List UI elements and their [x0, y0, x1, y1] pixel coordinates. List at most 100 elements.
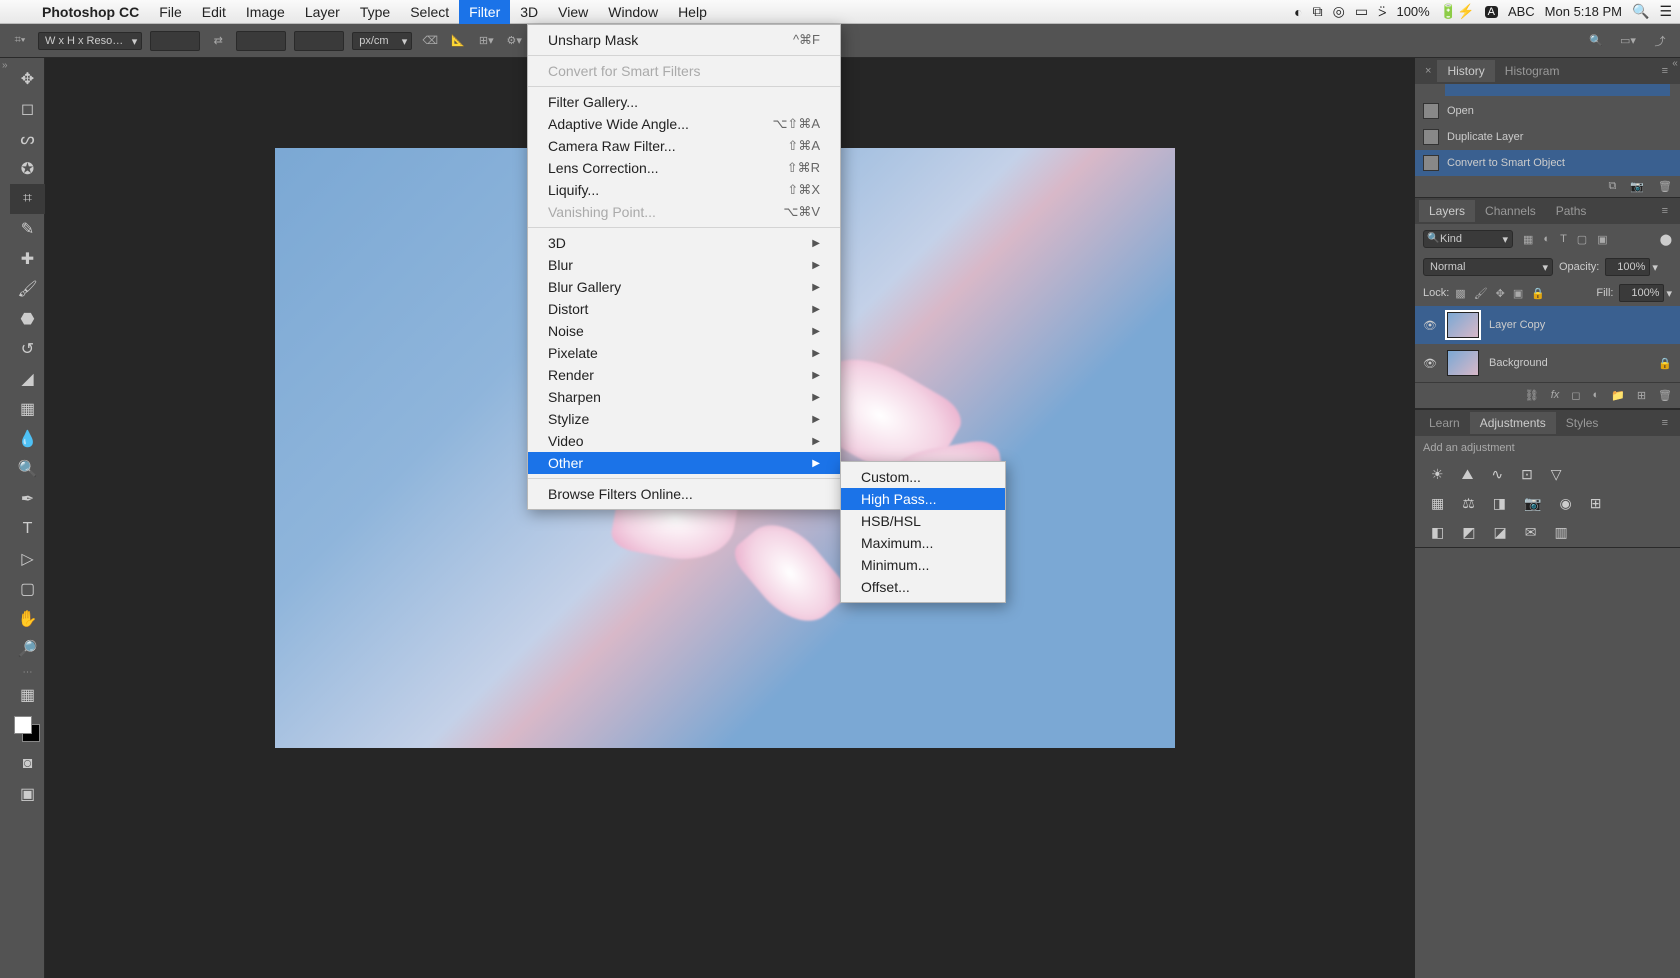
menu-view[interactable]: View	[548, 0, 598, 24]
lens-correction-item[interactable]: Lens Correction...⇧⌘R	[528, 157, 840, 179]
do-not-disturb-icon[interactable]: ◐	[1294, 4, 1302, 20]
input-source-icon[interactable]: A	[1485, 6, 1498, 18]
photo-filter-adjustment-icon[interactable]: 📷	[1524, 495, 1541, 512]
adaptive-wide-angle-item[interactable]: Adaptive Wide Angle...⌥⇧⌘A	[528, 113, 840, 135]
toolbar-edit-icon[interactable]: ⋯	[10, 668, 45, 676]
creative-cloud-icon[interactable]: ◎	[1333, 3, 1345, 20]
filter-pixelate-submenu[interactable]: Pixelate	[528, 342, 840, 364]
layer-group-icon[interactable]: 📁	[1611, 389, 1625, 402]
layer-name[interactable]: Layer Copy	[1489, 319, 1545, 331]
doc-arrange-icon[interactable]: ▭▾	[1618, 31, 1638, 51]
layer-mask-icon[interactable]: ◻	[1571, 389, 1580, 402]
menu-layer[interactable]: Layer	[295, 0, 350, 24]
dropbox-icon[interactable]: ⧉	[1313, 3, 1323, 20]
hue-adjustment-icon[interactable]: ▦	[1431, 495, 1444, 512]
battery-icon[interactable]: 🔋⚡	[1440, 3, 1475, 20]
other-high-pass-item[interactable]: High Pass...	[841, 488, 1005, 510]
posterize-adjustment-icon[interactable]: ◩	[1462, 524, 1475, 541]
crop-overlay-icon[interactable]: ⊞▾	[476, 31, 496, 51]
color-swatch[interactable]	[10, 714, 45, 749]
path-select-tool-icon[interactable]: ▷	[10, 544, 45, 574]
browse-filters-item[interactable]: Browse Filters Online...	[528, 483, 840, 505]
color-lookup-adjustment-icon[interactable]: ⊞	[1590, 495, 1602, 512]
opacity-dropdown-icon[interactable]: ▾	[1652, 261, 1658, 274]
brightness-adjustment-icon[interactable]: ☀	[1431, 466, 1444, 483]
rectangle-tool-icon[interactable]: ▢	[10, 574, 45, 604]
liquify-item[interactable]: Liquify...⇧⌘X	[528, 179, 840, 201]
tab-histogram[interactable]: Histogram	[1495, 60, 1570, 82]
filter-adjustment-icon[interactable]: ◐	[1543, 233, 1550, 246]
delete-layer-icon[interactable]: 🗑	[1658, 389, 1672, 402]
blend-mode-dropdown[interactable]: Normal	[1423, 258, 1553, 276]
gradient-map-adjustment-icon[interactable]: ✉	[1525, 524, 1537, 541]
filter-render-submenu[interactable]: Render	[528, 364, 840, 386]
tab-styles[interactable]: Styles	[1556, 412, 1609, 434]
airplay-icon[interactable]: ▭	[1355, 3, 1368, 20]
layer-name[interactable]: Background	[1489, 357, 1548, 369]
other-minimum-item[interactable]: Minimum...	[841, 554, 1005, 576]
filter-3d-submenu[interactable]: 3D	[528, 232, 840, 254]
lock-artboard-icon[interactable]: ▣	[1513, 287, 1523, 300]
other-maximum-item[interactable]: Maximum...	[841, 532, 1005, 554]
new-snapshot-icon[interactable]: 📷	[1630, 180, 1644, 193]
history-item-open[interactable]: Open	[1415, 98, 1680, 124]
screen-mode-icon[interactable]: ▣	[10, 779, 45, 809]
marquee-tool-icon[interactable]: ◻	[10, 94, 45, 124]
crop-unit-dropdown[interactable]: px/cm	[352, 32, 412, 50]
notification-center-icon[interactable]: ☰	[1659, 3, 1672, 20]
layer-thumbnail[interactable]	[1447, 350, 1479, 376]
layer-visibility-icon[interactable]: 👁	[1423, 357, 1437, 370]
menu-filter[interactable]: Filter	[459, 0, 510, 24]
edit-toolbar-icon[interactable]: ▦	[10, 680, 45, 710]
lock-pixels-icon[interactable]: 🖌	[1474, 287, 1488, 300]
gradient-tool-icon[interactable]: ▦	[10, 394, 45, 424]
crop-preset-dropdown[interactable]: W x H x Reso…	[38, 32, 142, 50]
lock-transparency-icon[interactable]: ▩	[1455, 287, 1465, 300]
filter-type-icon[interactable]: T	[1560, 233, 1567, 246]
layers-panel-menu-icon[interactable]: ≡	[1654, 201, 1676, 221]
history-item-convert[interactable]: Convert to Smart Object	[1415, 150, 1680, 176]
menu-3d[interactable]: 3D	[510, 0, 548, 24]
filter-smart-icon[interactable]: ▣	[1597, 233, 1607, 246]
history-brush-tool-icon[interactable]: ↺	[10, 334, 45, 364]
invert-adjustment-icon[interactable]: ◧	[1431, 524, 1444, 541]
layer-thumbnail[interactable]	[1447, 312, 1479, 338]
layer-visibility-icon[interactable]: 👁	[1423, 319, 1437, 332]
foreground-color-swatch[interactable]	[14, 716, 32, 734]
menu-edit[interactable]: Edit	[192, 0, 236, 24]
dodge-tool-icon[interactable]: 🔍	[10, 454, 45, 484]
filter-blur-gallery-submenu[interactable]: Blur Gallery	[528, 276, 840, 298]
menu-window[interactable]: Window	[598, 0, 668, 24]
crop-tool-indicator-icon[interactable]: ⌗▾	[10, 31, 30, 51]
filter-pixel-icon[interactable]: ▦	[1523, 233, 1533, 246]
fill-input[interactable]: 100%	[1619, 284, 1664, 302]
tab-learn[interactable]: Learn	[1419, 412, 1470, 434]
other-offset-item[interactable]: Offset...	[841, 576, 1005, 598]
wifi-icon[interactable]: ⍩	[1378, 3, 1386, 20]
eyedropper-tool-icon[interactable]: ✎	[10, 214, 45, 244]
quick-select-tool-icon[interactable]: ✪	[10, 154, 45, 184]
layer-style-icon[interactable]: fx	[1551, 389, 1560, 402]
filter-video-submenu[interactable]: Video	[528, 430, 840, 452]
threshold-adjustment-icon[interactable]: ◪	[1493, 524, 1506, 541]
other-hsb-hsl-item[interactable]: HSB/HSL	[841, 510, 1005, 532]
pen-tool-icon[interactable]: ✒	[10, 484, 45, 514]
curves-adjustment-icon[interactable]: ∿	[1491, 466, 1503, 483]
search-icon[interactable]: 🔍	[1586, 31, 1606, 51]
menu-select[interactable]: Select	[400, 0, 459, 24]
swap-dimensions-icon[interactable]: ⇄	[208, 31, 228, 51]
bw-adjustment-icon[interactable]: ◨	[1493, 495, 1506, 512]
healing-brush-tool-icon[interactable]: ✚	[10, 244, 45, 274]
delete-state-icon[interactable]: 🗑	[1658, 180, 1672, 193]
adjustment-layer-icon[interactable]: ◐	[1592, 389, 1599, 402]
tab-channels[interactable]: Channels	[1475, 200, 1546, 222]
zoom-tool-icon[interactable]: 🔎	[10, 634, 45, 664]
crop-tool-icon[interactable]: ⌗	[10, 184, 45, 214]
camera-raw-item[interactable]: Camera Raw Filter...⇧⌘A	[528, 135, 840, 157]
history-close-icon[interactable]: ×	[1419, 61, 1437, 81]
tab-layers[interactable]: Layers	[1419, 200, 1475, 222]
layer-row-copy[interactable]: 👁 Layer Copy	[1415, 306, 1680, 344]
eraser-tool-icon[interactable]: ◢	[10, 364, 45, 394]
lasso-tool-icon[interactable]: ᔕ	[10, 124, 45, 154]
hand-tool-icon[interactable]: ✋	[10, 604, 45, 634]
